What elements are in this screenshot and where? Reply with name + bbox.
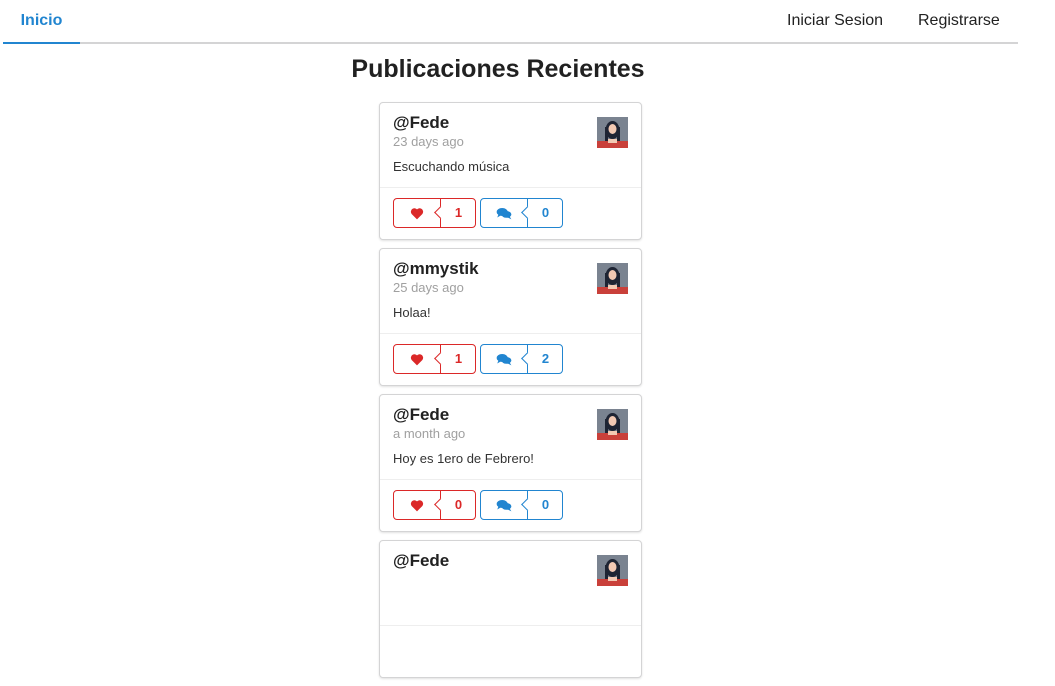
posts-feed: @Fede 23 days ago Escuchando música 1 0 … (379, 102, 642, 686)
post-username[interactable]: @Fede (393, 113, 449, 133)
comment-count: 2 (527, 345, 563, 373)
post-username[interactable]: @mmystik (393, 259, 479, 279)
post-card: @Fede 23 days ago Escuchando música 1 0 (379, 102, 642, 240)
nav-home-link[interactable]: Inicio (3, 0, 80, 44)
post-body: Hoy es 1ero de Febrero! (393, 451, 534, 466)
heart-icon (394, 199, 440, 227)
post-card: @Fede a month ago Hoy es 1ero de Febrero… (379, 394, 642, 532)
top-menu: Inicio Iniciar Sesion Registrarse (3, 0, 1018, 44)
like-count: 0 (440, 491, 476, 519)
post-card: @Fede (379, 540, 642, 678)
like-button[interactable]: 1 (393, 198, 476, 228)
like-button[interactable]: 1 (393, 344, 476, 374)
post-username[interactable]: @Fede (393, 405, 449, 425)
avatar (597, 117, 628, 148)
post-card: @mmystik 25 days ago Holaa! 1 2 (379, 248, 642, 386)
post-body: Escuchando música (393, 159, 510, 174)
page-title: Publicaciones Recientes (351, 55, 645, 83)
heart-icon (394, 345, 440, 373)
like-button[interactable]: 0 (393, 490, 476, 520)
comments-icon (481, 345, 527, 373)
comment-button[interactable]: 2 (480, 344, 563, 374)
nav-register-link[interactable]: Registrarse (918, 0, 1000, 42)
post-timestamp: a month ago (393, 426, 466, 441)
avatar (597, 409, 628, 440)
comment-button[interactable]: 0 (480, 490, 563, 520)
post-timestamp: 23 days ago (393, 134, 464, 149)
avatar (597, 555, 628, 586)
comments-icon (481, 199, 527, 227)
avatar (597, 263, 628, 294)
heart-icon (394, 491, 440, 519)
post-timestamp: 25 days ago (393, 280, 464, 295)
like-count: 1 (440, 345, 476, 373)
post-body: Holaa! (393, 305, 431, 320)
post-username[interactable]: @Fede (393, 551, 449, 571)
nav-login-link[interactable]: Iniciar Sesion (787, 0, 883, 42)
comment-count: 0 (527, 491, 563, 519)
comments-icon (481, 491, 527, 519)
comment-button[interactable]: 0 (480, 198, 563, 228)
like-count: 1 (440, 199, 476, 227)
comment-count: 0 (527, 199, 563, 227)
